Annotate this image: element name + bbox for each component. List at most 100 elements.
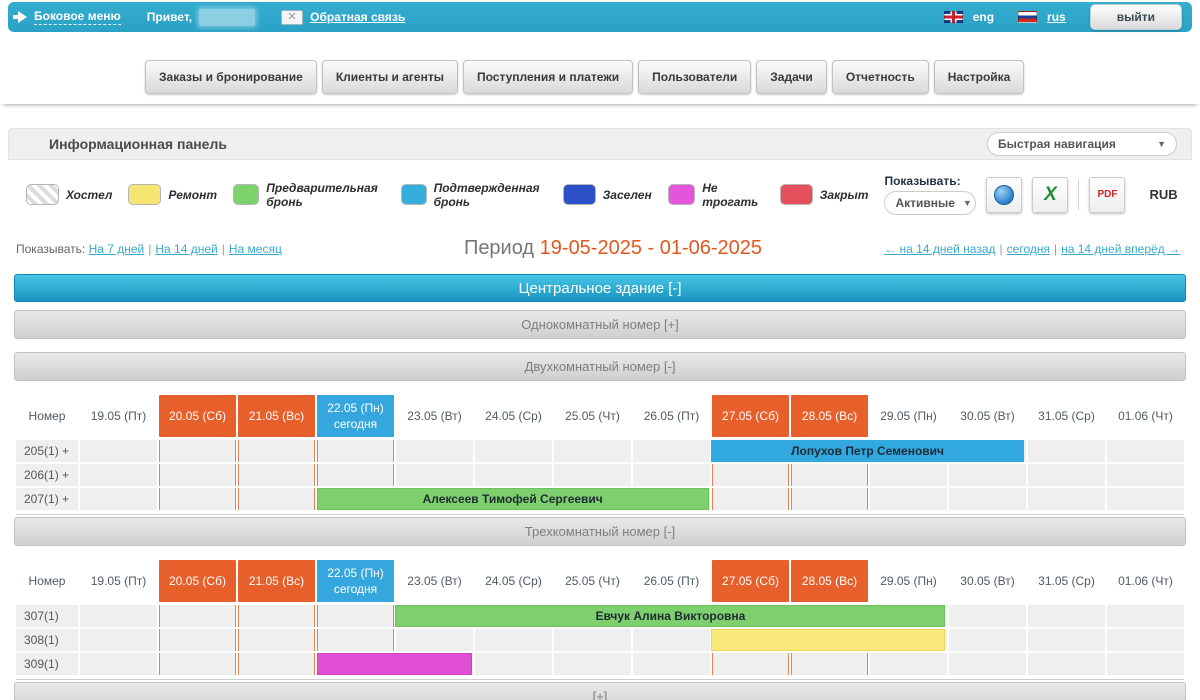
calendar-cell[interactable] [633, 653, 710, 675]
calendar-cell[interactable] [1107, 653, 1184, 675]
booking-bar-confirmed[interactable]: Лопухов Петр Семенович [711, 440, 1024, 462]
calendar-cell[interactable] [475, 440, 552, 462]
calendar-cell[interactable] [238, 605, 315, 627]
room-label[interactable]: 205(1) + [16, 440, 78, 462]
calendar-cell[interactable] [159, 488, 236, 510]
calendar-cell[interactable] [159, 629, 236, 651]
calendar-cell[interactable] [1107, 629, 1184, 651]
calendar-cell[interactable] [317, 605, 394, 627]
status-select[interactable]: Активные ▼ [884, 191, 976, 215]
booking-bar-do-not-touch[interactable] [317, 653, 473, 675]
calendar-cell[interactable] [870, 464, 947, 486]
calendar-cell[interactable] [1028, 629, 1105, 651]
calendar-cell[interactable] [159, 440, 236, 462]
ru-flag-icon[interactable] [1018, 11, 1037, 23]
room-label[interactable]: 207(1) + [16, 488, 78, 510]
sidebar-menu-label[interactable]: Боковое меню [34, 9, 121, 25]
calendar-cell[interactable] [554, 440, 631, 462]
back-14-days-link[interactable]: ← на 14 дней назад [884, 242, 995, 256]
calendar-cell[interactable] [949, 605, 1026, 627]
calendar-cell[interactable] [712, 653, 789, 675]
calendar-cell[interactable] [238, 629, 315, 651]
booking-bar-preliminary[interactable]: Алексеев Тимофей Сергеевич [317, 488, 709, 510]
calendar-cell[interactable] [870, 653, 947, 675]
calendar-cell[interactable] [80, 653, 157, 675]
calendar-cell[interactable] [554, 464, 631, 486]
calendar-cell[interactable] [949, 488, 1026, 510]
range-14-days-link[interactable]: На 14 дней [155, 242, 217, 256]
tab-settings[interactable]: Настройка [934, 60, 1025, 94]
calendar-cell[interactable] [238, 440, 315, 462]
calendar-cell[interactable] [554, 629, 631, 651]
calendar-cell[interactable] [633, 464, 710, 486]
range-month-link[interactable]: На месяц [229, 242, 282, 256]
room-label[interactable]: 307(1) [16, 605, 78, 627]
calendar-cell[interactable] [712, 464, 789, 486]
range-7-days-link[interactable]: На 7 дней [89, 242, 145, 256]
tab-reports[interactable]: Отчетность [832, 60, 929, 94]
calendar-cell[interactable] [791, 488, 868, 510]
quick-navigation-select[interactable]: Быстрая навигация ▼ [987, 132, 1177, 156]
calendar-cell[interactable] [80, 629, 157, 651]
excel-export-icon[interactable]: X [1032, 177, 1068, 213]
calendar-cell[interactable] [238, 653, 315, 675]
calendar-cell[interactable] [949, 629, 1026, 651]
forward-14-days-link[interactable]: на 14 дней вперёд → [1061, 242, 1180, 256]
calendar-cell[interactable] [633, 629, 710, 651]
feedback-label[interactable]: Обратная связь [310, 10, 405, 24]
calendar-cell[interactable] [1028, 464, 1105, 486]
calendar-cell[interactable] [1028, 440, 1105, 462]
calendar-cell[interactable] [159, 464, 236, 486]
calendar-cell[interactable] [396, 464, 473, 486]
lang-eng-link[interactable]: eng [973, 10, 994, 24]
calendar-cell[interactable] [791, 464, 868, 486]
building-header-central[interactable]: Центральное здание [-] [14, 274, 1186, 302]
booking-bar-repair[interactable] [711, 629, 946, 651]
logout-button[interactable]: выйти [1090, 4, 1182, 30]
calendar-cell[interactable] [317, 464, 394, 486]
calendar-cell[interactable] [1107, 464, 1184, 486]
calendar-cell[interactable] [238, 464, 315, 486]
room-label[interactable]: 308(1) [16, 629, 78, 651]
calendar-cell[interactable] [80, 440, 157, 462]
html-export-icon[interactable] [986, 177, 1022, 213]
calendar-cell[interactable] [1028, 605, 1105, 627]
uk-flag-icon[interactable] [944, 11, 963, 23]
calendar-cell[interactable] [791, 653, 868, 675]
booking-bar-preliminary[interactable]: Евчук Алина Викторовна [395, 605, 945, 627]
calendar-cell[interactable] [159, 605, 236, 627]
calendar-cell[interactable] [712, 488, 789, 510]
section-two-room[interactable]: Двухкомнатный номер [-] [14, 352, 1186, 381]
calendar-cell[interactable] [475, 629, 552, 651]
calendar-cell[interactable] [396, 440, 473, 462]
tab-users[interactable]: Пользователи [638, 60, 751, 94]
tab-clients-agents[interactable]: Клиенты и агенты [322, 60, 458, 94]
calendar-cell[interactable] [1028, 653, 1105, 675]
calendar-cell[interactable] [475, 464, 552, 486]
calendar-cell[interactable] [159, 653, 236, 675]
calendar-cell[interactable] [633, 440, 710, 462]
tab-orders-booking[interactable]: Заказы и бронирование [145, 60, 317, 94]
section-three-room[interactable]: Трехкомнатный номер [-] [14, 517, 1186, 546]
sidebar-menu-toggle[interactable]: Боковое меню [18, 9, 121, 25]
calendar-cell[interactable] [949, 653, 1026, 675]
calendar-cell[interactable] [1107, 605, 1184, 627]
calendar-cell[interactable] [317, 629, 394, 651]
calendar-cell[interactable] [870, 488, 947, 510]
calendar-cell[interactable] [949, 464, 1026, 486]
calendar-cell[interactable] [475, 653, 552, 675]
pdf-export-icon[interactable]: PDF [1089, 177, 1125, 213]
tab-tasks[interactable]: Задачи [756, 60, 827, 94]
calendar-cell[interactable] [238, 488, 315, 510]
tab-payments[interactable]: Поступления и платежи [463, 60, 633, 94]
section-expand-more[interactable]: [+] [14, 682, 1186, 700]
lang-rus-link[interactable]: rus [1047, 10, 1066, 24]
calendar-cell[interactable] [396, 629, 473, 651]
calendar-cell[interactable] [1028, 488, 1105, 510]
calendar-cell[interactable] [80, 605, 157, 627]
calendar-cell[interactable] [80, 464, 157, 486]
calendar-cell[interactable] [1107, 488, 1184, 510]
calendar-cell[interactable] [80, 488, 157, 510]
today-link[interactable]: сегодня [1007, 242, 1050, 256]
calendar-cell[interactable] [1107, 440, 1184, 462]
